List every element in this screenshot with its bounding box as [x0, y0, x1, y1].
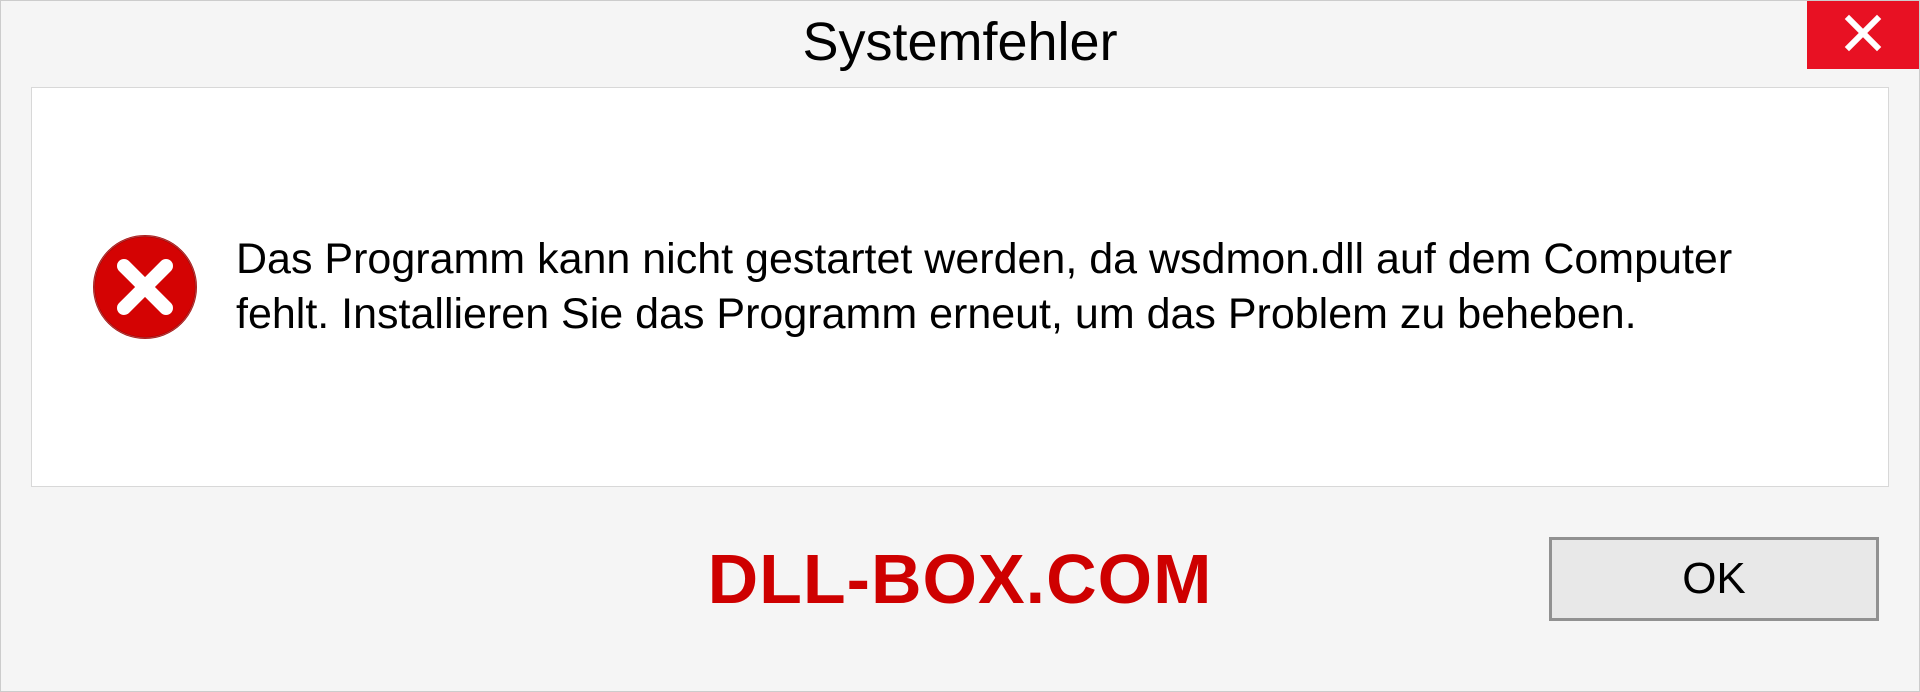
- dialog-title: Systemfehler: [802, 11, 1117, 73]
- watermark-text: DLL-BOX.COM: [708, 539, 1213, 619]
- ok-button[interactable]: OK: [1549, 537, 1879, 621]
- content-panel: Das Programm kann nicht gestartet werden…: [31, 87, 1889, 487]
- close-button[interactable]: [1807, 1, 1919, 69]
- error-message: Das Programm kann nicht gestartet werden…: [236, 232, 1796, 342]
- close-icon: [1843, 13, 1883, 58]
- titlebar: Systemfehler: [1, 1, 1919, 83]
- error-dialog: Systemfehler Das Programm kann nicht ges…: [0, 0, 1920, 692]
- dialog-footer: DLL-BOX.COM OK: [1, 487, 1919, 691]
- error-icon: [92, 234, 198, 340]
